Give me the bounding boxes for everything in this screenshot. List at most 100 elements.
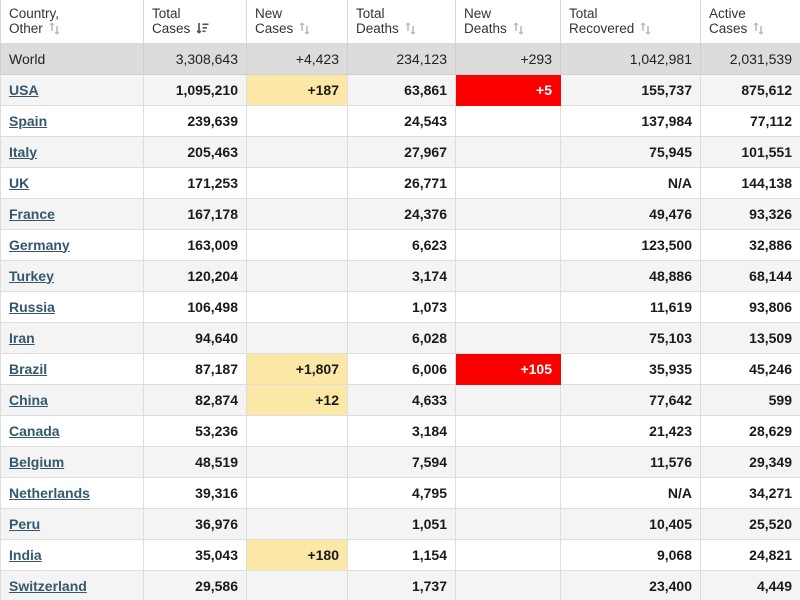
cell-value: +105 bbox=[520, 360, 552, 377]
cell-value: 35,935 bbox=[649, 360, 692, 377]
cell-value: +187 bbox=[307, 81, 339, 98]
cell-total-recovered: 21,423 bbox=[560, 415, 701, 447]
cell-value: 53,236 bbox=[195, 422, 238, 439]
cell-value: 94,640 bbox=[195, 329, 238, 346]
cell-active-cases: 93,806 bbox=[700, 291, 800, 323]
country-link[interactable]: China bbox=[9, 392, 48, 408]
sort-descending-icon[interactable] bbox=[196, 22, 209, 35]
column-header-active_cases[interactable]: Active Cases bbox=[700, 0, 800, 44]
cell-value: 137,984 bbox=[641, 112, 692, 129]
country-link[interactable]: Russia bbox=[9, 299, 55, 315]
country-link[interactable]: France bbox=[9, 206, 55, 222]
cell-total-deaths: 1,737 bbox=[347, 570, 456, 600]
cell-value: 48,886 bbox=[649, 267, 692, 284]
country-link[interactable]: Belgium bbox=[9, 454, 64, 470]
cell-total-cases: 48,519 bbox=[143, 446, 247, 478]
cell-total-deaths: 27,967 bbox=[347, 136, 456, 168]
cell-new-deaths bbox=[455, 198, 561, 230]
cell-country: Brazil bbox=[0, 353, 144, 385]
sort-both-icon[interactable] bbox=[753, 22, 764, 35]
column-header-total_recovered[interactable]: Total Recovered bbox=[560, 0, 701, 44]
sort-both-icon[interactable] bbox=[405, 22, 416, 35]
column-header-new_deaths[interactable]: New Deaths bbox=[455, 0, 561, 44]
cell-total-recovered: N/A bbox=[560, 477, 701, 509]
column-header-label-line1: Total bbox=[569, 6, 598, 21]
country-link[interactable]: India bbox=[9, 547, 42, 563]
cell-new-deaths bbox=[455, 291, 561, 323]
cell-total-deaths: 24,376 bbox=[347, 198, 456, 230]
cell-country: China bbox=[0, 384, 144, 416]
cell-value: 7,594 bbox=[411, 453, 447, 470]
cell-value: 75,945 bbox=[649, 143, 692, 160]
cell-total-recovered: 10,405 bbox=[560, 508, 701, 540]
cell-new-cases bbox=[246, 198, 348, 230]
country-link[interactable]: Canada bbox=[9, 423, 60, 439]
cell-value: 167,178 bbox=[187, 205, 238, 222]
cell-total-deaths: 1,051 bbox=[347, 508, 456, 540]
column-header-inner: New Deaths bbox=[464, 6, 552, 36]
cell-active-cases: 28,629 bbox=[700, 415, 800, 447]
country-link[interactable]: Peru bbox=[9, 516, 40, 532]
cell-country: Spain bbox=[0, 105, 144, 137]
sort-both-icon[interactable] bbox=[299, 22, 310, 35]
column-header-country[interactable]: Country, Other bbox=[0, 0, 144, 44]
country-link[interactable]: Spain bbox=[9, 113, 47, 129]
cell-new-cases bbox=[246, 570, 348, 600]
cell-country: France bbox=[0, 198, 144, 230]
column-header-label-line1: Country, bbox=[9, 6, 60, 21]
cell-total-deaths: 7,594 bbox=[347, 446, 456, 478]
table-header: Country, Other Total Cases New Cases Total Deat… bbox=[0, 0, 800, 44]
cell-total-cases: 120,204 bbox=[143, 260, 247, 292]
cell-value: 3,174 bbox=[411, 267, 447, 284]
cell-value: 1,154 bbox=[411, 546, 447, 563]
cell-value: 77,112 bbox=[749, 112, 792, 129]
sort-both-icon[interactable] bbox=[49, 22, 60, 35]
cell-new-deaths bbox=[455, 322, 561, 354]
column-header-total_cases[interactable]: Total Cases bbox=[143, 0, 247, 44]
cell-total-cases: 205,463 bbox=[143, 136, 247, 168]
cell-active-cases: 4,449 bbox=[700, 570, 800, 600]
country-link[interactable]: Netherlands bbox=[9, 485, 90, 501]
column-header-inner: Active Cases bbox=[709, 6, 792, 36]
cell-total-recovered: 48,886 bbox=[560, 260, 701, 292]
cell-new-deaths bbox=[455, 167, 561, 199]
country-link[interactable]: Brazil bbox=[9, 361, 47, 377]
cell-total-cases: 82,874 bbox=[143, 384, 247, 416]
cell-total-deaths: 6,623 bbox=[347, 229, 456, 261]
cell-total-cases: 53,236 bbox=[143, 415, 247, 447]
country-link[interactable]: Italy bbox=[9, 144, 37, 160]
cell-new-deaths bbox=[455, 539, 561, 571]
country-link[interactable]: Turkey bbox=[9, 268, 54, 284]
country-link[interactable]: Switzerland bbox=[9, 578, 87, 594]
table-row: China 82,874 +12 4,633 77,642 599 bbox=[0, 384, 800, 416]
cell-value: 2,031,539 bbox=[729, 50, 792, 67]
cell-active-cases: 101,551 bbox=[700, 136, 800, 168]
cell-total-cases: 163,009 bbox=[143, 229, 247, 261]
column-header-inner: New Cases bbox=[255, 6, 339, 36]
table-row: Italy 205,463 27,967 75,945 101,551 bbox=[0, 136, 800, 168]
column-header-new_cases[interactable]: New Cases bbox=[246, 0, 348, 44]
country-link[interactable]: UK bbox=[9, 175, 29, 191]
cell-value: +293 bbox=[520, 50, 552, 67]
cell-new-cases bbox=[246, 167, 348, 199]
cell-value: 34,271 bbox=[749, 484, 792, 501]
country-link[interactable]: Germany bbox=[9, 237, 70, 253]
sort-both-icon[interactable] bbox=[513, 22, 524, 35]
column-header-total_deaths[interactable]: Total Deaths bbox=[347, 0, 456, 44]
column-header-label-line2: Cases bbox=[255, 21, 294, 36]
cell-country: Iran bbox=[0, 322, 144, 354]
cell-active-cases: 599 bbox=[700, 384, 800, 416]
cell-country: USA bbox=[0, 74, 144, 106]
cell-country: Canada bbox=[0, 415, 144, 447]
cell-new-cases bbox=[246, 508, 348, 540]
country-link[interactable]: Iran bbox=[9, 330, 35, 346]
cell-value: 75,103 bbox=[649, 329, 692, 346]
cell-active-cases: 875,612 bbox=[700, 74, 800, 106]
country-link[interactable]: USA bbox=[9, 82, 39, 98]
sort-both-icon[interactable] bbox=[640, 22, 651, 35]
header-row: Country, Other Total Cases New Cases Total Deat… bbox=[0, 0, 800, 44]
table-row: Switzerland 29,586 1,737 23,400 4,449 bbox=[0, 570, 800, 600]
cell-value: 171,253 bbox=[187, 174, 238, 191]
table-row: Spain 239,639 24,543 137,984 77,112 bbox=[0, 105, 800, 137]
cell-value: 4,633 bbox=[411, 391, 447, 408]
